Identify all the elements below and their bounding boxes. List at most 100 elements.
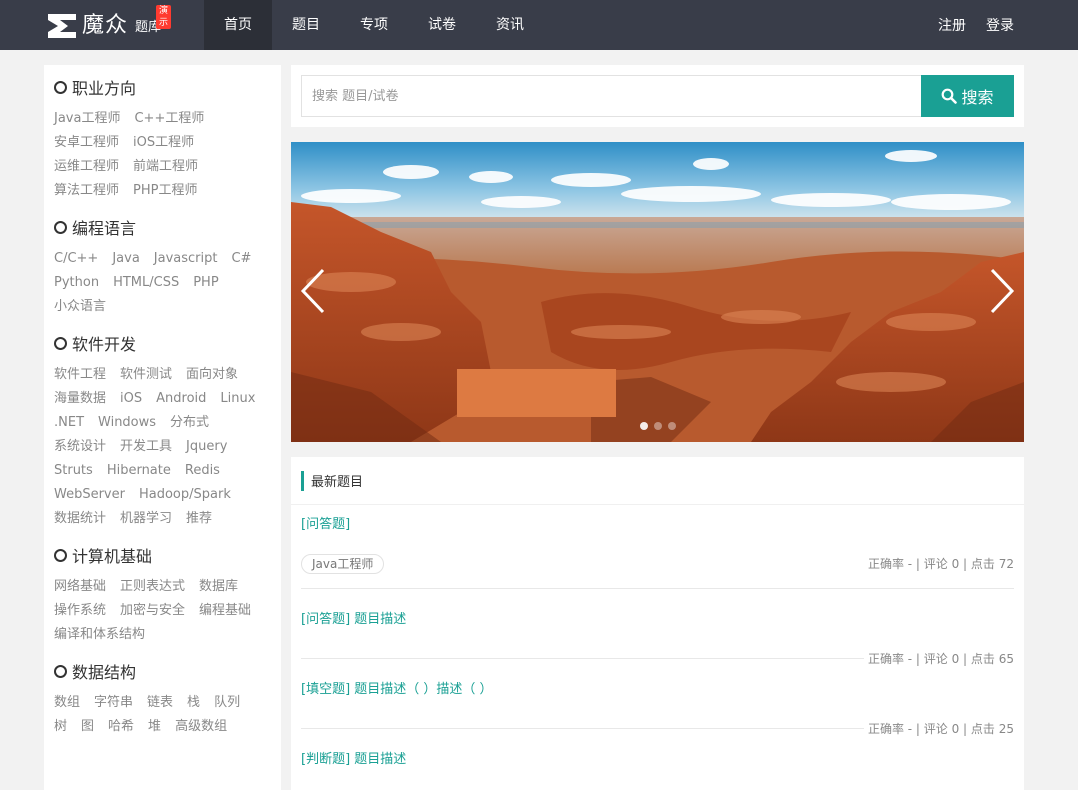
register-link[interactable]: 注册 xyxy=(938,15,966,35)
category-group: 职业方向 Java工程师 C++工程师 安卓工程师 iOS工程师 运维工程师 前端工程师 算法… xyxy=(54,77,271,203)
question-title[interactable]: [填空题] 题目描述（ ）描述（ ） xyxy=(301,680,1014,700)
category-tag-link[interactable]: C++工程师 xyxy=(134,107,204,131)
category-tag-link[interactable]: Windows xyxy=(98,411,156,435)
question-title[interactable]: [问答题] 题目描述 xyxy=(301,610,1014,630)
category-tag-link[interactable]: 数据统计 xyxy=(54,507,106,531)
category-tag-link[interactable]: Redis xyxy=(185,459,220,483)
divider xyxy=(301,588,1014,589)
carousel-next-button[interactable] xyxy=(986,266,1016,316)
category-tag-link[interactable]: 分布式 xyxy=(170,411,209,435)
category-tag-link[interactable]: 操作系统 xyxy=(54,599,106,623)
category-tag-link[interactable]: 网络基础 xyxy=(54,575,106,599)
category-tag-link[interactable]: Javascript xyxy=(154,247,218,271)
category-tags: 数组 字符串 链表栈队列树图哈希堆高级数组 xyxy=(54,691,271,739)
nav-papers[interactable]: 试卷 xyxy=(408,0,476,50)
carousel-dot[interactable] xyxy=(667,422,676,430)
category-tag-link[interactable]: 开发工具 xyxy=(120,435,172,459)
login-link[interactable]: 登录 xyxy=(986,15,1014,35)
carousel-dot[interactable] xyxy=(653,422,662,430)
circle-icon xyxy=(54,80,67,94)
logo[interactable]: 魔众 题库 演示 xyxy=(46,5,172,41)
category-tag-link[interactable]: 机器学习 xyxy=(120,507,172,531)
category-tag-link[interactable]: 算法工程师 xyxy=(54,179,119,203)
category-title-text: 职业方向 xyxy=(72,79,137,98)
category-group: 数据结构数组 字符串 链表栈队列树图哈希堆高级数组 xyxy=(54,661,271,739)
carousel-prev-button[interactable] xyxy=(299,266,329,316)
question-stats: 正确率 - | 评论 0 | 点击 65 xyxy=(863,651,1014,667)
question-stats: 正确率 - | 评论 0 | 点击 25 xyxy=(863,721,1014,737)
category-tag-link[interactable]: 系统设计 xyxy=(54,435,106,459)
category-tag-link[interactable]: 堆 xyxy=(148,715,161,739)
category-tag-link[interactable]: C/C++ xyxy=(54,247,98,271)
category-group: 计算机基础 网络基础 正则表达式 数据库 操作系统 加密与安全 编程基础 编译和体系结构 xyxy=(54,545,271,647)
category-tag-link[interactable]: Android xyxy=(156,387,206,411)
slide-caption-box xyxy=(457,369,616,417)
category-tag-link[interactable]: Java工程师 xyxy=(54,107,120,131)
category-tag-link[interactable]: 队列 xyxy=(214,691,240,715)
category-tag-link[interactable]: Linux xyxy=(220,387,255,411)
question-title[interactable]: [问答题] xyxy=(301,515,1014,535)
category-tag-link[interactable]: iOS xyxy=(120,387,142,411)
category-tag-link[interactable]: Python xyxy=(54,271,99,295)
latest-questions-title: 最新题目 xyxy=(311,475,364,490)
category-tag-link[interactable]: 海量数据 xyxy=(54,387,106,411)
search-button[interactable]: 搜索 xyxy=(921,75,1014,117)
category-sidebar: 职业方向 Java工程师 C++工程师 安卓工程师 iOS工程师 运维工程师 前端工程师 算法… xyxy=(44,65,281,790)
search-input[interactable] xyxy=(301,75,922,117)
category-tag-link[interactable]: 字符串 xyxy=(94,691,133,715)
question-item[interactable]: [判断题] 题目描述 xyxy=(301,750,1014,770)
category-tag-link[interactable]: 正则表达式 xyxy=(120,575,185,599)
category-tag-link[interactable]: 栈 xyxy=(187,691,200,715)
category-tag-link[interactable]: Java xyxy=(112,247,139,271)
category-tags: 网络基础 正则表达式 数据库操作系统 加密与安全 编程基础编译和体系结构 xyxy=(54,575,271,647)
category-tag-link[interactable]: 软件工程 xyxy=(54,363,106,387)
banner-carousel[interactable] xyxy=(291,142,1024,442)
category-tag-link[interactable]: 前端工程师 xyxy=(133,155,198,179)
category-tag-link[interactable]: 加密与安全 xyxy=(120,599,185,623)
category-tag-link[interactable]: Hadoop/Spark xyxy=(139,483,231,507)
category-tag-link[interactable]: 编译和体系结构 xyxy=(54,623,145,647)
category-tag-link[interactable]: 图 xyxy=(81,715,94,739)
nav-topics[interactable]: 专项 xyxy=(340,0,408,50)
category-tag-link[interactable]: 编程基础 xyxy=(199,599,251,623)
category-tag-link[interactable]: 数据库 xyxy=(199,575,238,599)
auth-links: 注册 登录 xyxy=(918,0,1014,50)
category-tag-link[interactable]: 树 xyxy=(54,715,67,739)
question-item[interactable]: [问答题] 题目描述 xyxy=(301,610,1014,630)
category-tag-link[interactable]: 小众语言 xyxy=(54,295,106,319)
question-item[interactable]: [问答题] xyxy=(301,515,1014,535)
category-tag-link[interactable]: Struts xyxy=(54,459,93,483)
category-tag-link[interactable]: 推荐 xyxy=(186,507,212,531)
category-tag-link[interactable]: 高级数组 xyxy=(175,715,227,739)
category-tag-link[interactable]: HTML/CSS xyxy=(113,271,179,295)
circle-icon xyxy=(54,336,67,350)
search-panel: 搜索 xyxy=(291,65,1024,127)
category-tag-link[interactable]: 数组 xyxy=(54,691,80,715)
carousel-dot[interactable] xyxy=(639,422,648,430)
category-tag-link[interactable]: 软件测试 xyxy=(120,363,172,387)
category-tag-link[interactable]: 面向对象 xyxy=(186,363,238,387)
category-tag-link[interactable]: 运维工程师 xyxy=(54,155,119,179)
search-button-label: 搜索 xyxy=(961,88,994,107)
category-tag-link[interactable]: iOS工程师 xyxy=(133,131,194,155)
category-tag-link[interactable]: Hibernate xyxy=(107,459,171,483)
nav-home[interactable]: 首页 xyxy=(204,0,272,50)
nav-news[interactable]: 资讯 xyxy=(476,0,544,50)
category-tag-link[interactable]: 安卓工程师 xyxy=(54,131,119,155)
question-title[interactable]: [判断题] 题目描述 xyxy=(301,750,1014,770)
search-icon xyxy=(942,88,958,104)
category-tag-link[interactable]: 链表 xyxy=(147,691,173,715)
category-group: 编程语言 C/C++ Java Javascript C# Python HTML/CSS P… xyxy=(54,217,271,319)
category-tag-link[interactable]: PHP工程师 xyxy=(133,179,197,203)
category-tag-link[interactable]: PHP xyxy=(193,271,218,295)
category-tags: 软件工程 软件测试 面向对象海量数据 iOS Android Linux .NET Windo… xyxy=(54,363,271,531)
category-tag-link[interactable]: 哈希 xyxy=(108,715,134,739)
category-tag-link[interactable]: WebServer xyxy=(54,483,125,507)
question-tag[interactable]: Java工程师 xyxy=(301,554,385,574)
category-tag-link[interactable]: Jquery xyxy=(186,435,227,459)
nav-questions[interactable]: 题目 xyxy=(272,0,340,50)
question-item[interactable]: [填空题] 题目描述（ ）描述（ ） xyxy=(301,680,1014,700)
category-tag-link[interactable]: C# xyxy=(231,247,251,271)
category-tag-link[interactable]: .NET xyxy=(54,411,84,435)
category-title-text: 数据结构 xyxy=(72,663,137,682)
